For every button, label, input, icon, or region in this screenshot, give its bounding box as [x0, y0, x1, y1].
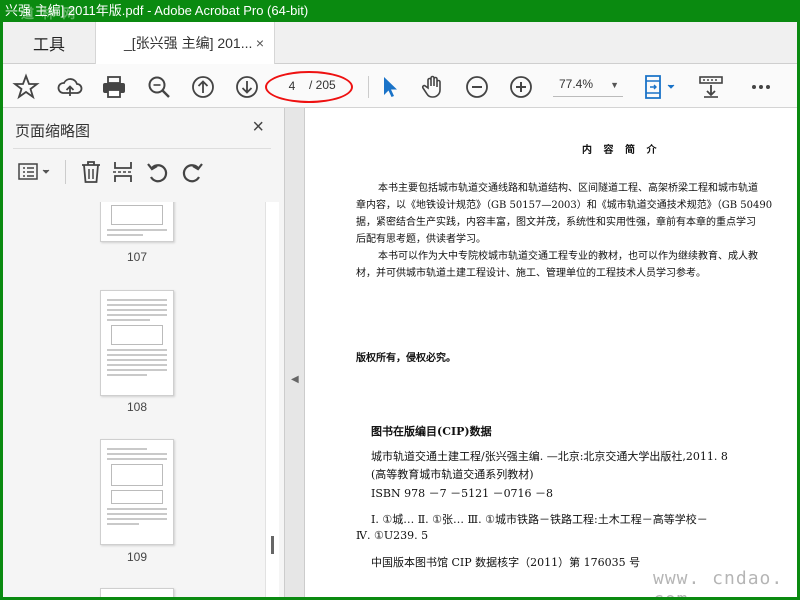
thumbnail-options-icon[interactable]	[17, 160, 57, 184]
cip-line: Ⅰ. ①城… Ⅱ. ①张… Ⅲ. ①城市铁路－铁路工程:土木工程－高等学校－	[371, 513, 708, 526]
tab-document-label: _[张兴强 主编] 201...	[124, 35, 253, 51]
close-tab-icon[interactable]: ×	[256, 35, 264, 51]
page-thumbnails-panel: 页面缩略图 × 107 108 109	[3, 108, 285, 597]
cip-line: ISBN 978 －7 －5121 －0716 －8	[371, 487, 554, 500]
extract-icon[interactable]	[111, 159, 135, 185]
cip-line: (高等教育城市轨道交通系列教材)	[371, 468, 534, 481]
print-icon[interactable]	[100, 73, 128, 101]
page-thumbnail[interactable]	[100, 290, 174, 396]
summary-line: 章内容，以《地铁设计规范》（GB 50157—2003）和《城市轨道交通技术规范…	[356, 200, 773, 211]
panel-tool-divider	[65, 160, 66, 184]
page-thumbnail[interactable]	[100, 439, 174, 545]
thumbnail-label: 108	[126, 400, 148, 414]
highlight-oval	[265, 71, 353, 103]
collapse-arrow-icon: ◀	[291, 374, 299, 385]
logo-watermark: 道 林 网	[21, 6, 78, 21]
panel-collapse-handle[interactable]: ◀	[285, 108, 305, 597]
thumbnail-list: 107 108 109	[3, 202, 265, 597]
zoom-select[interactable]: 77.4% ▼	[553, 77, 623, 97]
summary-line: 本书主要包括城市轨道交通线路和轨道结构、区间隧道工程、高架桥梁工程和城市轨道	[378, 183, 758, 194]
select-arrow-icon[interactable]	[376, 73, 404, 101]
tab-document[interactable]: _[张兴强 主编] 201... ×	[95, 22, 275, 64]
page-fit-icon[interactable]	[641, 73, 681, 101]
chevron-down-icon: ▼	[610, 80, 619, 90]
rotate-cw-icon[interactable]	[179, 159, 205, 185]
more-icon[interactable]	[747, 73, 775, 101]
window-titlebar: 兴强 主编] 2011年版.pdf - Adobe Acrobat Pro (6…	[3, 0, 797, 22]
tab-tools-label: 工具	[32, 37, 65, 54]
rotate-ccw-icon[interactable]	[145, 159, 171, 185]
panel-title: 页面缩略图	[15, 123, 91, 140]
scrollbar-grip[interactable]	[271, 536, 274, 554]
panel-toolbar	[3, 154, 285, 190]
document-page: 内 容 简 介 本书主要包括城市轨道交通线路和轨道结构、区间隧道工程、高架桥梁工…	[305, 108, 797, 597]
tab-tools[interactable]: 工具	[3, 22, 95, 64]
toolbar-divider	[368, 76, 369, 98]
thumbnail-scrollbar[interactable]	[265, 202, 279, 597]
thumbnail-label: 109	[126, 550, 148, 564]
copyright-notice: 版权所有，侵权必究。	[356, 353, 456, 364]
cloud-upload-icon[interactable]	[56, 73, 84, 101]
cip-line: 城市轨道交通土建工程/张兴强主编. —北京:北京交通大学出版社,2011. 8	[371, 450, 728, 463]
summary-line: 后配有思考题，供读者学习。	[356, 234, 486, 245]
cip-title: 图书在版编目(CIP)数据	[371, 425, 492, 438]
page-heading: 内 容 简 介	[582, 145, 661, 156]
page-up-icon[interactable]	[189, 73, 217, 101]
zoom-in-icon[interactable]	[507, 73, 535, 101]
page-down-icon[interactable]	[233, 73, 261, 101]
main-toolbar: / 205 77.4% ▼	[3, 64, 797, 108]
zoom-value: 77.4%	[559, 77, 594, 91]
acrobat-window: 兴强 主编] 2011年版.pdf - Adobe Acrobat Pro (6…	[3, 0, 797, 597]
zoom-out-icon[interactable]	[463, 73, 491, 101]
page-thumbnail[interactable]	[100, 202, 174, 242]
summary-line: 材，并可供城市轨道土建工程设计、施工、管理单位的工程技术人员学习参考。	[356, 268, 706, 279]
scroll-mode-icon[interactable]	[697, 73, 725, 101]
star-icon[interactable]	[12, 73, 40, 101]
cip-line: 中国版本图书馆 CIP 数据核字（2011）第 176035 号	[371, 556, 641, 569]
page-thumbnail[interactable]	[100, 588, 174, 597]
summary-line: 本书可以作为大中专院校城市轨道交通工程专业的教材，也可以作为继续教育、成人教	[378, 251, 758, 262]
hand-icon[interactable]	[419, 73, 447, 101]
thumbnail-label: 107	[126, 250, 148, 264]
site-watermark: www. cndao. com	[653, 568, 784, 597]
summary-line: 据，紧密结合生产实践，内容丰富，图文并茂，系统性和实用性强，章前有本章的重点学习	[356, 217, 756, 228]
tab-bar: 工具 _[张兴强 主编] 201... ×	[3, 22, 797, 64]
panel-divider	[13, 148, 271, 149]
cip-line: Ⅳ. ①U239. 5	[356, 529, 429, 542]
zoom-search-icon[interactable]	[145, 73, 173, 101]
close-panel-icon[interactable]: ×	[252, 116, 264, 139]
delete-icon[interactable]	[79, 159, 103, 185]
